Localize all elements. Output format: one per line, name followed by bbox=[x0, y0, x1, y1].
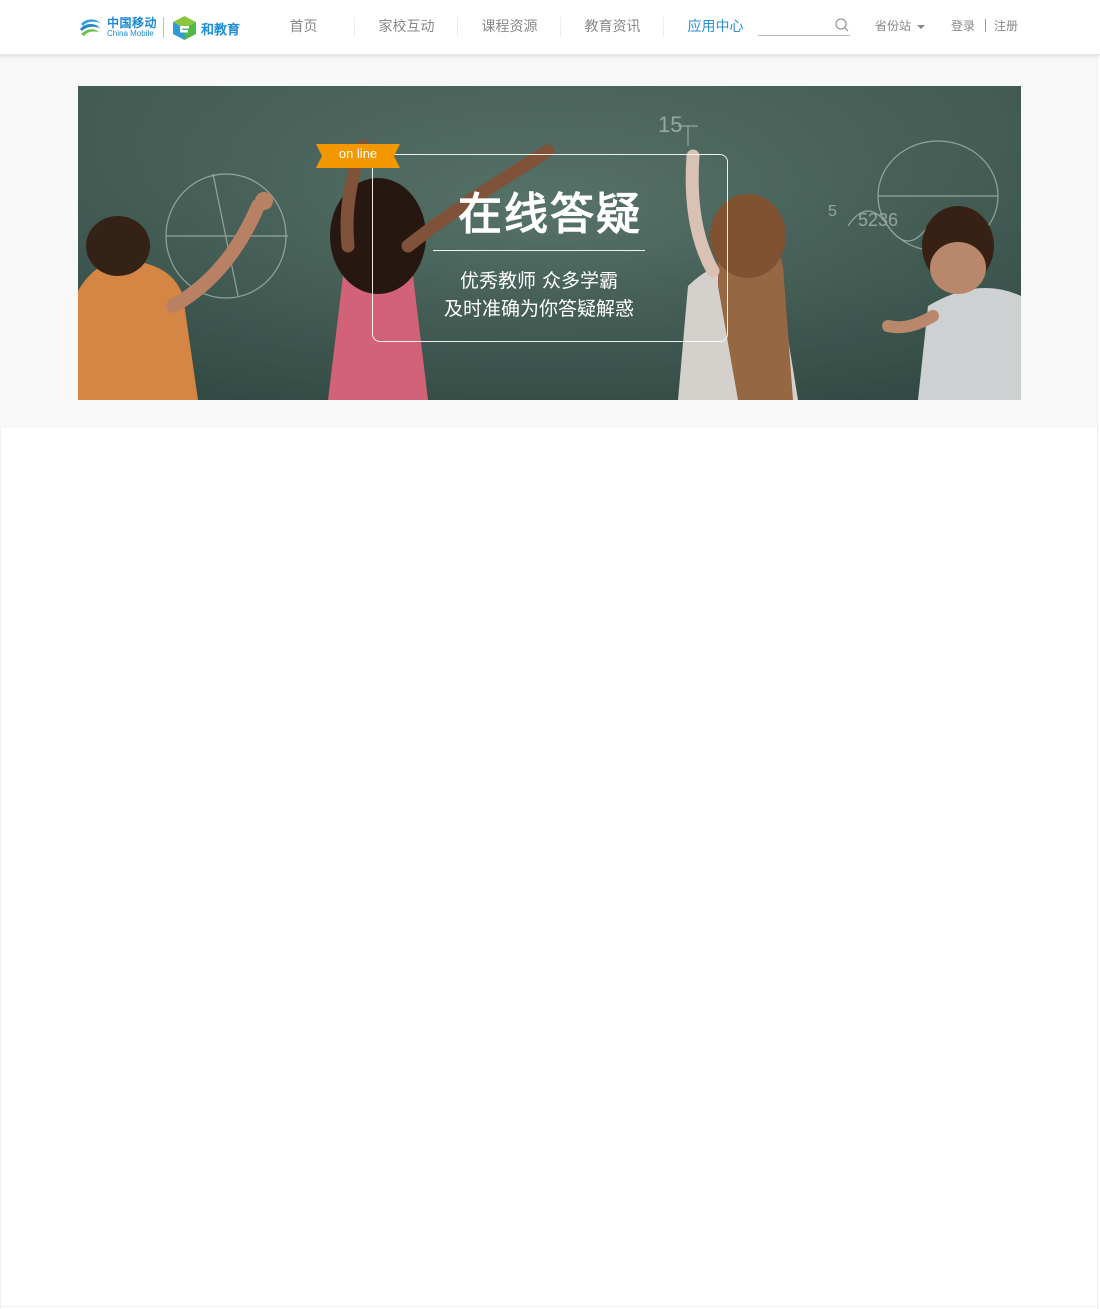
nav-home[interactable]: 首页 bbox=[252, 0, 355, 55]
he-education-logo[interactable]: 和教育 bbox=[172, 15, 252, 41]
caret-down-icon bbox=[917, 24, 926, 29]
register-link[interactable]: 注册 bbox=[994, 17, 1018, 34]
logo-divider bbox=[163, 17, 164, 38]
province-label: 省份站 bbox=[875, 19, 912, 33]
search-box bbox=[758, 14, 850, 36]
auth-divider bbox=[985, 19, 986, 32]
he-education-text: 和教育 bbox=[201, 23, 241, 38]
banner-title: 在线答疑 bbox=[458, 189, 642, 240]
page-bottom-edge bbox=[0, 1306, 1097, 1307]
banner-section: 15 5236 5 on line 在线答疑 优秀教师 众多学霸 及时准确为你答… bbox=[0, 55, 1097, 428]
nav-home-school[interactable]: 家校互动 bbox=[355, 0, 458, 55]
login-link[interactable]: 登录 bbox=[951, 17, 975, 34]
nav-app-center[interactable]: 应用中心 bbox=[664, 0, 767, 55]
china-mobile-en-text: China Mobile bbox=[107, 29, 154, 38]
banner-divider bbox=[433, 250, 645, 251]
search-input[interactable] bbox=[758, 15, 828, 35]
banner-subtitle-line-1: 优秀教师 众多学霸 bbox=[459, 270, 619, 292]
top-header: 中国移动 China Mobile 和教育 首页 家校互动 课程资源 教育资讯 … bbox=[0, 0, 1100, 55]
banner-subtitle-line-2: 及时准确为你答疑解惑 bbox=[443, 298, 634, 320]
he-education-cube-icon bbox=[173, 16, 196, 40]
china-mobile-logo[interactable]: 中国移动 China Mobile bbox=[78, 14, 158, 42]
main-nav: 首页 家校互动 课程资源 教育资讯 应用中心 bbox=[252, 0, 767, 55]
province-dropdown[interactable]: 省份站 bbox=[875, 17, 926, 34]
search-icon[interactable] bbox=[834, 17, 850, 33]
page-left-edge bbox=[0, 428, 1, 1309]
nav-course-resources[interactable]: 课程资源 bbox=[458, 0, 561, 55]
online-qa-banner[interactable]: 15 5236 5 on line 在线答疑 优秀教师 众多学霸 及时准确为你答… bbox=[78, 86, 1021, 400]
ribbon-label: on line bbox=[338, 146, 378, 161]
nav-edu-news[interactable]: 教育资讯 bbox=[561, 0, 664, 55]
china-mobile-swirl-icon bbox=[80, 19, 100, 36]
